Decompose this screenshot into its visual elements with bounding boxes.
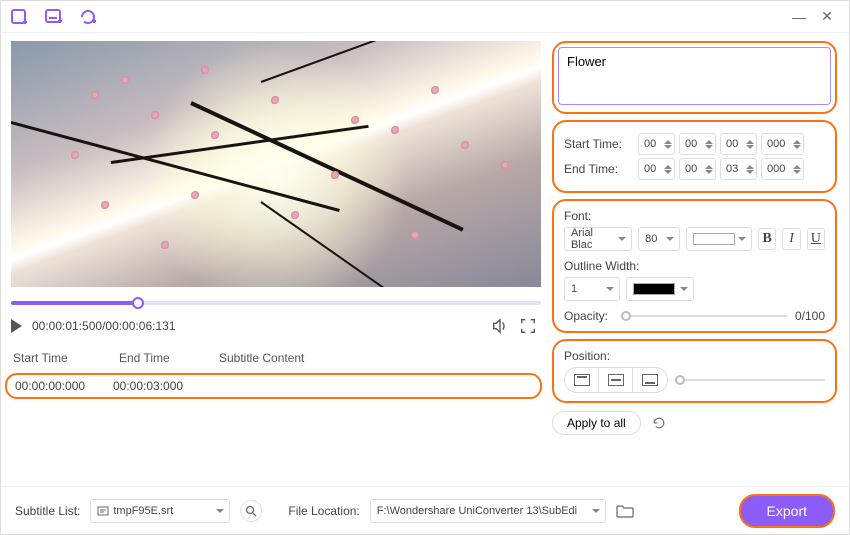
opacity-label: Opacity: (564, 309, 614, 323)
position-bottom-button[interactable] (633, 368, 667, 392)
row-end: 00:00:03:000 (113, 379, 191, 393)
start-ss[interactable]: 00 (720, 133, 757, 155)
file-location-label: File Location: (288, 504, 359, 518)
export-button[interactable]: Export (739, 494, 835, 528)
folder-icon[interactable] (616, 504, 634, 518)
end-mm[interactable]: 00 (679, 158, 716, 180)
position-panel: Position: (552, 339, 837, 403)
time-display: 00:00:01:500/00:00:06:131 (32, 319, 175, 333)
end-hh[interactable]: 00 (638, 158, 675, 180)
outline-width-label: Outline Width: (564, 259, 825, 273)
play-button[interactable] (11, 319, 22, 333)
opacity-slider[interactable] (622, 315, 787, 317)
apply-to-all-button[interactable]: Apply to all (552, 411, 641, 435)
end-time-label: End Time: (564, 162, 632, 176)
subtitle-row[interactable]: 00:00:00:000 00:00:03:000 (5, 373, 542, 399)
position-middle-button[interactable] (599, 368, 633, 392)
start-ms[interactable]: 000 (761, 133, 804, 155)
video-preview[interactable] (11, 41, 541, 287)
fullscreen-icon[interactable] (519, 317, 537, 335)
font-label: Font: (564, 209, 825, 223)
font-size-select[interactable]: 80 (638, 227, 680, 251)
bold-button[interactable]: B (758, 228, 776, 250)
row-start: 00:00:00:000 (15, 379, 93, 393)
underline-button[interactable]: U (807, 228, 825, 250)
italic-button[interactable]: I (782, 228, 800, 250)
font-panel: Font: Arial Blac 80 B I U Outline Width:… (552, 199, 837, 333)
subtitle-text-input[interactable] (558, 47, 831, 105)
position-slider[interactable] (676, 379, 825, 381)
subtitle-list-label: Subtitle List: (15, 504, 80, 518)
start-mm[interactable]: 00 (679, 133, 716, 155)
subtitle-list-select[interactable]: tmpF95E.srt (90, 499, 230, 523)
subtitle-table-header: Start Time End Time Subtitle Content (9, 343, 542, 373)
reset-icon[interactable] (651, 415, 667, 431)
refresh-icon[interactable] (77, 6, 99, 28)
titlebar: — ✕ (1, 1, 849, 33)
subtitle-text-panel (552, 41, 837, 114)
file-location-input[interactable]: F:\Wondershare UniConverter 13\SubEdi (370, 499, 606, 523)
time-panel: Start Time: 00 00 00 000 End Time: 00 00… (552, 120, 837, 193)
volume-icon[interactable] (491, 317, 509, 335)
position-top-button[interactable] (565, 368, 599, 392)
font-color-select[interactable] (686, 227, 752, 251)
end-ms[interactable]: 000 (761, 158, 804, 180)
end-ss[interactable]: 03 (720, 158, 757, 180)
minimize-button[interactable]: — (785, 3, 813, 31)
add-subtitle-icon[interactable] (43, 6, 65, 28)
start-time-label: Start Time: (564, 137, 632, 151)
search-subtitle-button[interactable] (240, 500, 262, 522)
outline-width-select[interactable]: 1 (564, 277, 620, 301)
timeline-slider[interactable] (11, 293, 541, 313)
add-media-icon[interactable] (9, 6, 31, 28)
position-label: Position: (564, 349, 825, 363)
close-button[interactable]: ✕ (813, 3, 841, 31)
opacity-value: 0/100 (795, 309, 825, 323)
font-family-select[interactable]: Arial Blac (564, 227, 632, 251)
outline-color-select[interactable] (626, 277, 694, 301)
start-hh[interactable]: 00 (638, 133, 675, 155)
